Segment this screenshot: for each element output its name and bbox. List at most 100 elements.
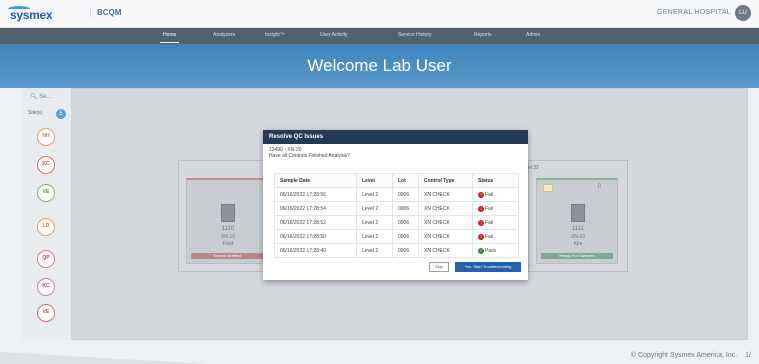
analyzer-card-1111[interactable]: 0 1111 XN-10 Kim Ready For Samples	[536, 178, 618, 264]
qc-results-table: Sample Date Level Lot Control Type Statu…	[274, 173, 519, 258]
col-lot: Lot	[392, 173, 419, 188]
resolve-qc-dialog: Resolve QC Issues 13490 - XN-20 Have all…	[263, 130, 528, 280]
site-sidebar: 🔍︎ Se... Site(s) 5 NH KC VE LD QP KC VE	[22, 88, 72, 340]
analyzer-device-icon	[221, 204, 235, 222]
status-text: Fail	[485, 233, 494, 240]
analyzer-user: Kim	[573, 241, 583, 247]
col-level: Level	[356, 173, 393, 188]
cell-control-type: XN CHECK	[418, 243, 473, 258]
nav-user-activity[interactable]: User Activity	[320, 32, 348, 38]
copyright-text: © Copyright Sysmex America, Inc. 1/	[631, 352, 751, 359]
cell-control-type: XN CHECK	[418, 201, 473, 216]
site-button-qp[interactable]: QP	[37, 250, 55, 268]
analyzer-user: Fred	[222, 241, 234, 247]
pass-check-icon: ✓	[478, 247, 484, 254]
sample-tray-icon	[543, 184, 553, 192]
cell-status: ✓ Pass	[472, 243, 519, 258]
cell-sample-date: 06/16/2022 17:28:50	[274, 229, 357, 244]
nav-insight[interactable]: Insight™	[265, 32, 285, 38]
cell-lot: 0006	[392, 187, 419, 202]
nav-home[interactable]: Home	[159, 32, 180, 43]
cell-sample-date: 06/16/2022 17:28:52	[274, 215, 357, 230]
site-button-ve-2[interactable]: VE	[37, 304, 55, 322]
dialog-title: Resolve QC Issues	[263, 130, 528, 144]
status-text: Fail	[485, 191, 494, 198]
user-avatar[interactable]: LU	[735, 5, 751, 21]
cell-control-type: XN CHECK	[418, 229, 473, 244]
app-name: BCQM	[90, 8, 121, 17]
top-header: sysmex BCQM GENERAL HOSPITAL LU	[0, 0, 759, 28]
fail-icon: !	[478, 219, 484, 226]
site-button-ld[interactable]: LD	[37, 218, 55, 236]
cell-lot: 0006	[392, 201, 419, 216]
site-button-kc[interactable]: KC	[37, 156, 55, 174]
cell-lot: 0006	[392, 243, 419, 258]
status-text: Fail	[485, 219, 494, 226]
cell-status: ! Fail	[472, 187, 519, 202]
analyzer-card-1110[interactable]: 1110 XN-10 Fred Service Notified	[186, 178, 268, 264]
site-search[interactable]: 🔍︎ Se...	[30, 93, 52, 100]
table-header-row: Sample Date Level Lot Control Type Statu…	[274, 173, 519, 188]
col-control-type: Control Type	[418, 173, 473, 188]
cell-sample-date: 06/16/2022 17:28:40	[274, 243, 357, 258]
cell-level: Level 2	[356, 201, 393, 216]
cell-status: ! Fail	[472, 215, 519, 230]
cell-status: ! Fail	[472, 201, 519, 216]
skip-button[interactable]: Skip	[429, 262, 449, 272]
site-search-input[interactable]: Se...	[39, 94, 51, 100]
main-nav: Home Analyzers Insight™ User Activity Se…	[0, 28, 759, 44]
analyzer-device-icon	[571, 204, 585, 222]
col-sample-date: Sample Date	[274, 173, 357, 188]
hospital-name[interactable]: GENERAL HOSPITAL	[657, 9, 731, 16]
table-row[interactable]: 06/16/2022 17:28:52 Level 2 0006 XN CHEC…	[274, 215, 519, 230]
cell-level: Level 2	[356, 243, 393, 258]
cell-status: ! Fail	[472, 229, 519, 244]
analyzer-group-label: el 32	[528, 165, 539, 171]
cell-control-type: XN CHECK	[418, 187, 473, 202]
cell-level: Level 2	[356, 187, 393, 202]
cell-sample-date: 06/16/2022 17:28:54	[274, 201, 357, 216]
cell-lot: 0006	[392, 215, 419, 230]
cell-sample-date: 06/16/2022 17:28:56	[274, 187, 357, 202]
copyright-label: © Copyright Sysmex America, Inc.	[630, 352, 738, 359]
footer-decoration	[0, 352, 210, 364]
site-button-nh[interactable]: NH	[37, 128, 55, 146]
nav-service-history[interactable]: Service History	[398, 32, 432, 38]
nav-reports[interactable]: Reports	[474, 32, 492, 38]
brand-name: sysmex	[10, 8, 53, 22]
cell-lot: 0006	[392, 229, 419, 244]
nav-analyzers[interactable]: Analyzers	[213, 32, 235, 38]
fail-icon: !	[478, 233, 484, 240]
cell-level: Level 2	[356, 215, 393, 230]
search-icon: 🔍︎	[30, 94, 38, 100]
sites-label: Site(s)	[28, 110, 43, 116]
table-row[interactable]: 06/16/2022 17:28:54 Level 2 0006 XN CHEC…	[274, 201, 519, 216]
sysmex-logo[interactable]: sysmex	[8, 6, 66, 22]
sample-count: 0	[597, 184, 601, 190]
status-text: Fail	[485, 205, 494, 212]
sites-count-badge[interactable]: 5	[56, 109, 66, 119]
analyzer-code: 1111	[571, 226, 584, 232]
analyzer-model: XN-10	[570, 234, 586, 240]
site-button-ve[interactable]: VE	[37, 184, 55, 202]
cell-control-type: XN CHECK	[418, 215, 473, 230]
col-status: Status	[472, 173, 519, 188]
dialog-question: Have all Controls Finished Analysis?	[269, 153, 350, 159]
analyzer-status-badge: Service Notified	[191, 253, 263, 259]
status-text: Pass	[485, 247, 497, 254]
welcome-title: Welcome Lab User	[307, 56, 452, 75]
table-row[interactable]: 06/16/2022 17:28:50 Level 2 0006 XN CHEC…	[274, 229, 519, 244]
page-number: 1/	[745, 352, 751, 359]
start-troubleshooting-button[interactable]: Yes, Start Troubleshooting	[455, 262, 521, 272]
analyzer-status-badge: Ready For Samples	[541, 253, 613, 259]
analyzer-model: XN-10	[220, 234, 236, 240]
fail-icon: !	[478, 205, 484, 212]
fail-icon: !	[478, 191, 484, 198]
cell-level: Level 2	[356, 229, 393, 244]
table-row[interactable]: 06/16/2022 17:28:40 Level 2 0006 XN CHEC…	[274, 243, 519, 258]
table-row[interactable]: 06/16/2022 17:28:56 Level 2 0006 XN CHEC…	[274, 187, 519, 202]
site-button-kc-2[interactable]: KC	[37, 278, 55, 296]
welcome-banner: Welcome Lab User	[0, 44, 759, 88]
analyzer-code: 1110	[221, 226, 235, 232]
nav-admin[interactable]: Admin	[526, 32, 540, 38]
